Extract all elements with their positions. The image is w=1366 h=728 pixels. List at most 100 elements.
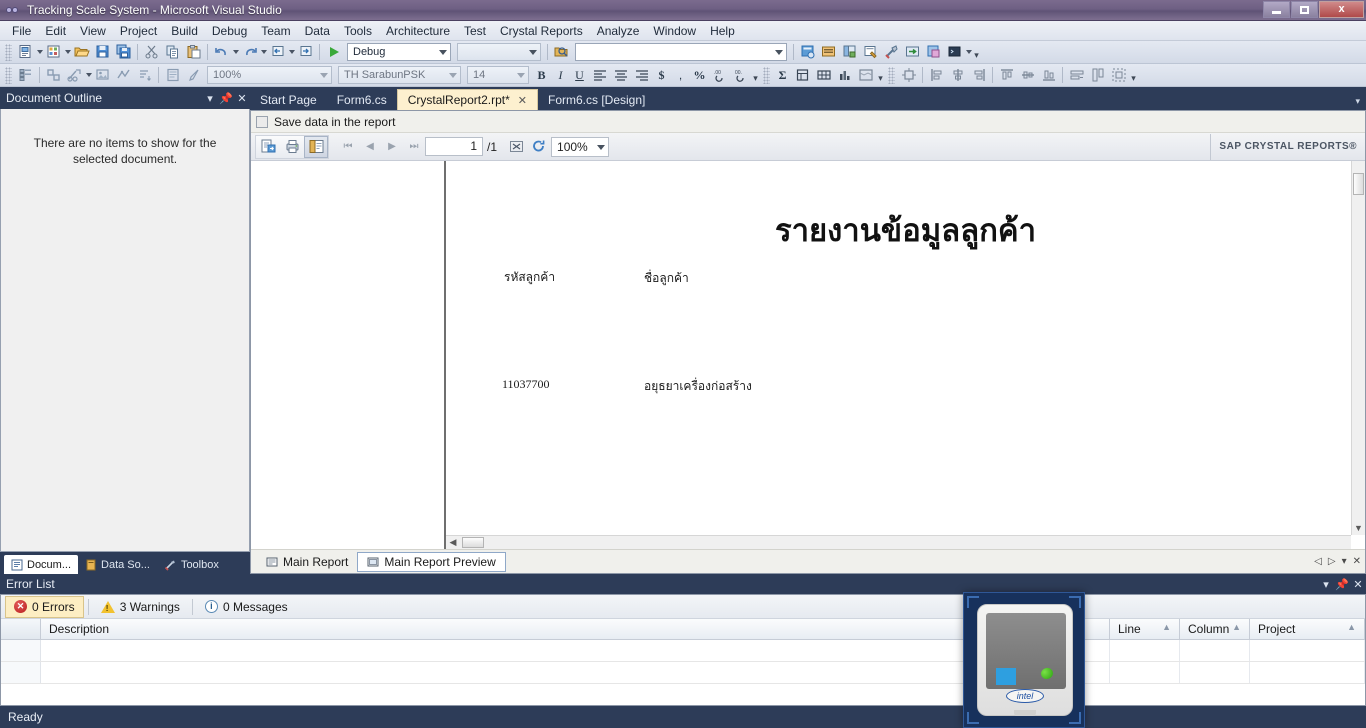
toolbar-grip[interactable] — [5, 43, 12, 61]
filter-warnings-button[interactable]: 3 Warnings — [93, 596, 188, 618]
size-to-fit-icon[interactable] — [1108, 65, 1129, 85]
field-explorer-icon[interactable] — [15, 65, 36, 85]
close-button[interactable]: x — [1319, 1, 1364, 18]
insert-picture-icon[interactable] — [92, 65, 113, 85]
close-icon[interactable]: ✕ — [518, 94, 527, 107]
pin-icon[interactable]: 📌 — [218, 92, 234, 105]
align-to-grid-icon[interactable] — [898, 65, 919, 85]
align-middles-icon[interactable] — [1017, 65, 1038, 85]
menu-item-view[interactable]: View — [73, 22, 113, 40]
decrease-decimal-icon[interactable]: 00. — [730, 65, 751, 85]
start-debugging-icon[interactable] — [323, 42, 344, 62]
make-same-width-icon[interactable] — [1066, 65, 1087, 85]
align-centers-icon[interactable] — [947, 65, 968, 85]
menu-item-architecture[interactable]: Architecture — [379, 22, 457, 40]
percent-button[interactable]: % — [690, 66, 709, 85]
tabs-scroll-right-icon[interactable]: ▷ — [1328, 556, 1336, 567]
undo-icon[interactable] — [211, 42, 232, 62]
align-rights-icon[interactable] — [968, 65, 989, 85]
cut-icon[interactable] — [141, 42, 162, 62]
designer-zoom-select[interactable]: 100% — [207, 66, 332, 84]
manage-extensions-icon[interactable] — [923, 42, 944, 62]
current-page-input[interactable]: 1 — [425, 137, 483, 156]
scroll-left-icon[interactable]: ◀ — [446, 537, 460, 548]
italic-button[interactable]: I — [551, 66, 570, 85]
menu-item-file[interactable]: File — [5, 22, 38, 40]
preview-zoom-select[interactable]: 100% — [551, 136, 610, 157]
tabs-menu-icon[interactable]: ▾ — [1342, 556, 1347, 567]
save-data-checkbox[interactable] — [256, 115, 268, 128]
font-size-select[interactable]: 14 — [467, 66, 529, 84]
column-header-description[interactable]: Description — [41, 619, 1110, 639]
align-objects-icon[interactable] — [43, 65, 64, 85]
close-icon[interactable]: ✕ — [234, 92, 250, 105]
save-all-icon[interactable] — [113, 42, 134, 62]
sort-expert-icon[interactable] — [134, 65, 155, 85]
refresh-icon[interactable] — [527, 136, 549, 158]
next-page-icon[interactable]: ▶ — [381, 136, 403, 158]
menu-item-team[interactable]: Team — [254, 22, 297, 40]
add-new-item-icon[interactable] — [43, 42, 64, 62]
column-header-project[interactable]: Project ▲ — [1250, 619, 1365, 639]
intel-cpu-gadget[interactable]: intel — [963, 592, 1085, 728]
navigate-to-icon[interactable] — [902, 42, 923, 62]
make-same-height-icon[interactable] — [1087, 65, 1108, 85]
navigate-forward-icon[interactable] — [295, 42, 316, 62]
section-expert-icon[interactable] — [162, 65, 183, 85]
scrollbar-thumb[interactable] — [462, 537, 484, 548]
first-page-icon[interactable]: ⏮ — [337, 136, 359, 158]
last-page-icon[interactable]: ⏭ — [403, 136, 425, 158]
menu-item-project[interactable]: Project — [113, 22, 164, 40]
menu-item-debug[interactable]: Debug — [205, 22, 254, 40]
file-tab-start-page[interactable]: Start Page — [250, 89, 327, 110]
file-tab-crystalreport2-rpt[interactable]: CrystalReport2.rpt* ✕ — [396, 89, 538, 110]
object-browser-icon[interactable] — [839, 42, 860, 62]
insert-subreport-icon[interactable] — [792, 65, 813, 85]
redo-icon[interactable] — [239, 42, 260, 62]
preview-horizontal-scrollbar[interactable]: ◀ — [446, 535, 1351, 549]
print-report-icon[interactable] — [280, 136, 304, 158]
toggle-group-tree-icon[interactable] — [304, 135, 328, 158]
preview-vertical-scrollbar[interactable]: ▼ — [1351, 161, 1365, 535]
align-center-icon[interactable] — [610, 65, 631, 85]
align-right-icon[interactable] — [631, 65, 652, 85]
chevron-down-icon[interactable]: ▾ — [1318, 578, 1334, 591]
copy-icon[interactable] — [162, 42, 183, 62]
stop-loading-icon[interactable] — [505, 136, 527, 158]
chevron-down-icon[interactable]: ▾ — [202, 92, 218, 105]
increase-decimal-icon[interactable]: .00 — [709, 65, 730, 85]
scrollbar-thumb[interactable] — [1353, 173, 1364, 195]
filter-errors-button[interactable]: ✕ 0 Errors — [5, 595, 84, 618]
open-file-icon[interactable] — [71, 42, 92, 62]
insert-summary-button[interactable]: Σ — [773, 66, 792, 85]
export-report-icon[interactable] — [256, 136, 280, 158]
tools-wrench-icon[interactable] — [881, 42, 902, 62]
scroll-down-icon[interactable]: ▼ — [1354, 523, 1363, 533]
toolbox-window-icon[interactable] — [860, 42, 881, 62]
insert-chart-icon[interactable] — [64, 65, 85, 85]
align-left-icon[interactable] — [589, 65, 610, 85]
group-expert-icon[interactable] — [113, 65, 134, 85]
menu-item-data[interactable]: Data — [298, 22, 337, 40]
new-project-icon[interactable] — [15, 42, 36, 62]
standard-toolbar-overflow-icon[interactable]: ▾ — [972, 43, 981, 61]
paste-icon[interactable] — [183, 42, 204, 62]
font-name-select[interactable]: TH SarabunPSK — [338, 66, 461, 84]
insert-map-icon[interactable] — [855, 65, 876, 85]
save-icon[interactable] — [92, 42, 113, 62]
sidebar-tab-data-sources[interactable]: Data So... — [78, 555, 157, 574]
align-toolbar-grip[interactable] — [888, 66, 895, 84]
solution-explorer-icon[interactable] — [797, 42, 818, 62]
find-in-files-icon[interactable] — [551, 42, 572, 62]
sidebar-tab-document-outline[interactable]: Docum... — [4, 555, 79, 574]
restore-button[interactable] — [1291, 1, 1318, 18]
format-toolbar-overflow-icon[interactable]: ▾ — [751, 66, 760, 84]
align-lefts-icon[interactable] — [926, 65, 947, 85]
table-row[interactable] — [1, 662, 1365, 684]
tab-main-report[interactable]: Main Report — [257, 552, 357, 572]
solution-configuration-select[interactable]: Debug — [347, 43, 451, 61]
sidebar-tab-toolbox[interactable]: Toolbox — [157, 555, 226, 574]
properties-window-icon[interactable] — [818, 42, 839, 62]
menu-item-help[interactable]: Help — [703, 22, 742, 40]
tab-main-report-preview[interactable]: Main Report Preview — [357, 551, 506, 572]
